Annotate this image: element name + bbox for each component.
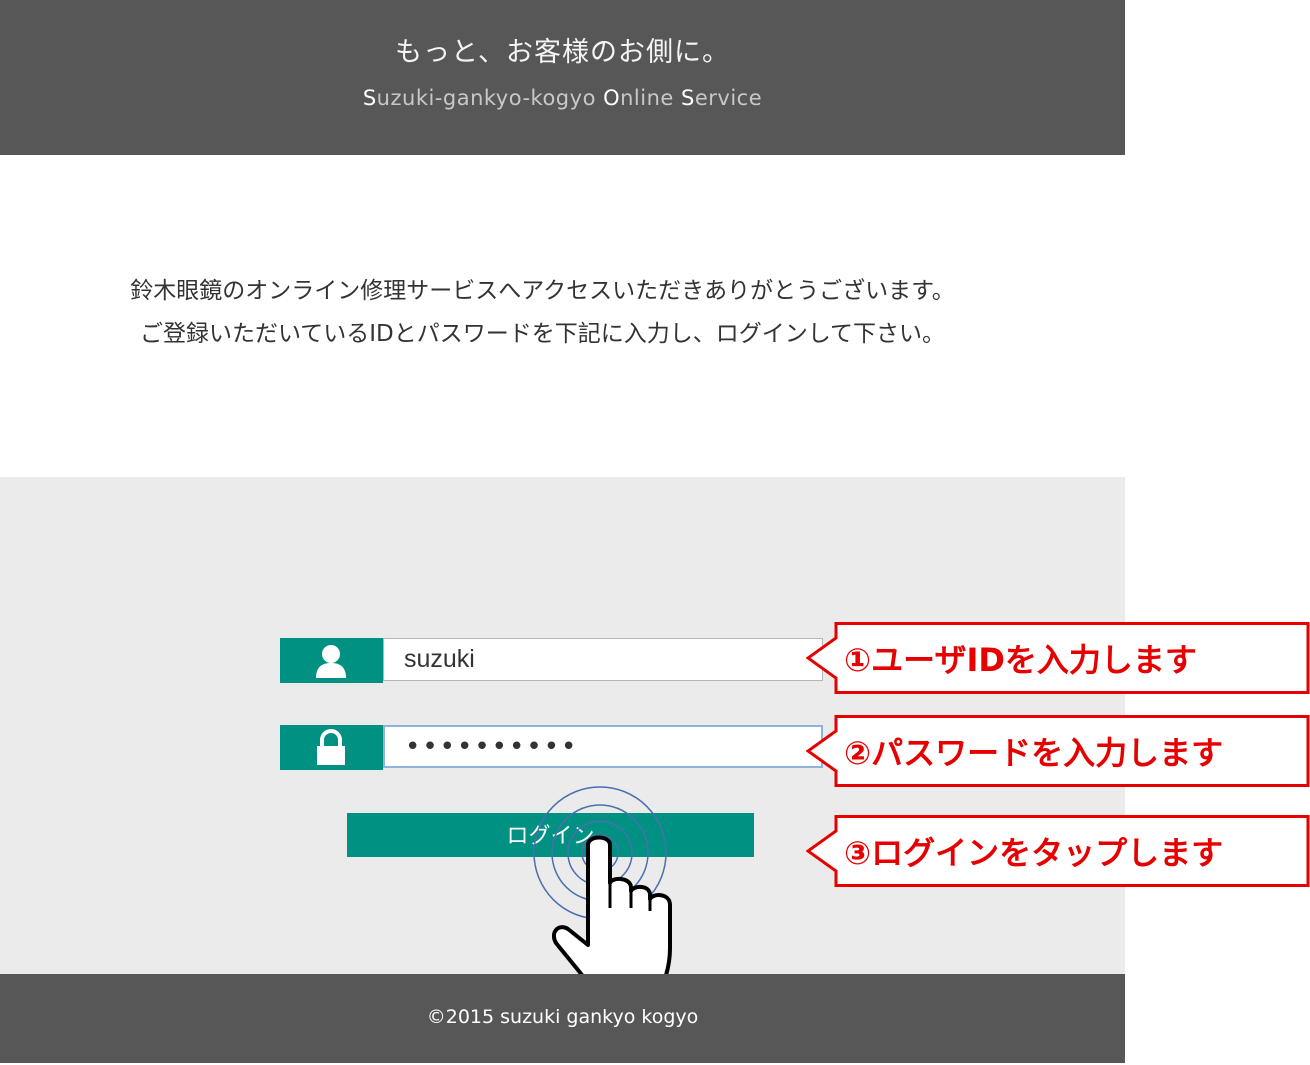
callout-step-1: ①ユーザIDを入力します <box>806 622 1310 694</box>
callout-step-2: ②パスワードを入力します <box>806 715 1310 787</box>
service-text-2: nline <box>620 86 682 110</box>
callout-step-3-text: ③ログインをタップします <box>844 834 1224 872</box>
callout-step-3: ③ログインをタップします <box>806 815 1310 887</box>
callout-step-1-text: ①ユーザIDを入力します <box>844 641 1197 679</box>
tagline: もっと、お客様のお側に。 <box>395 37 730 68</box>
service-text-1: uzuki-gankyo-kogyo <box>376 86 604 110</box>
intro-message: 鈴木眼鏡のオンライン修理サービスへアクセスいただきありがとうございます。 ご登録… <box>0 270 1085 356</box>
password-input[interactable]: •••••••••• <box>383 725 823 768</box>
service-initial-s2: S <box>681 86 695 110</box>
intro-line-2: ご登録いただいているIDとパスワードを下記に入力し、ログインして下さい。 <box>139 321 946 347</box>
copyright: ©2015 suzuki gankyo kogyo <box>426 1006 699 1028</box>
user-id-input[interactable] <box>383 638 823 681</box>
password-field: •••••••••• <box>280 725 825 770</box>
service-name: Suzuki-gankyo-kogyo Online Service <box>0 86 1125 110</box>
callout-step-2-text: ②パスワードを入力します <box>844 734 1224 772</box>
user-id-field <box>280 638 825 683</box>
user-icon <box>280 638 383 683</box>
intro-line-1: 鈴木眼鏡のオンライン修理サービスへアクセスいただきありがとうございます。 <box>130 278 955 304</box>
service-initial-s: S <box>362 86 377 110</box>
service-text-3: ervice <box>694 86 763 110</box>
lock-icon <box>280 725 383 770</box>
service-initial-o: O <box>603 86 621 110</box>
site-footer: ©2015 suzuki gankyo kogyo <box>0 974 1125 1063</box>
site-header: もっと、お客様のお側に。 Suzuki-gankyo-kogyo Online … <box>0 0 1125 155</box>
